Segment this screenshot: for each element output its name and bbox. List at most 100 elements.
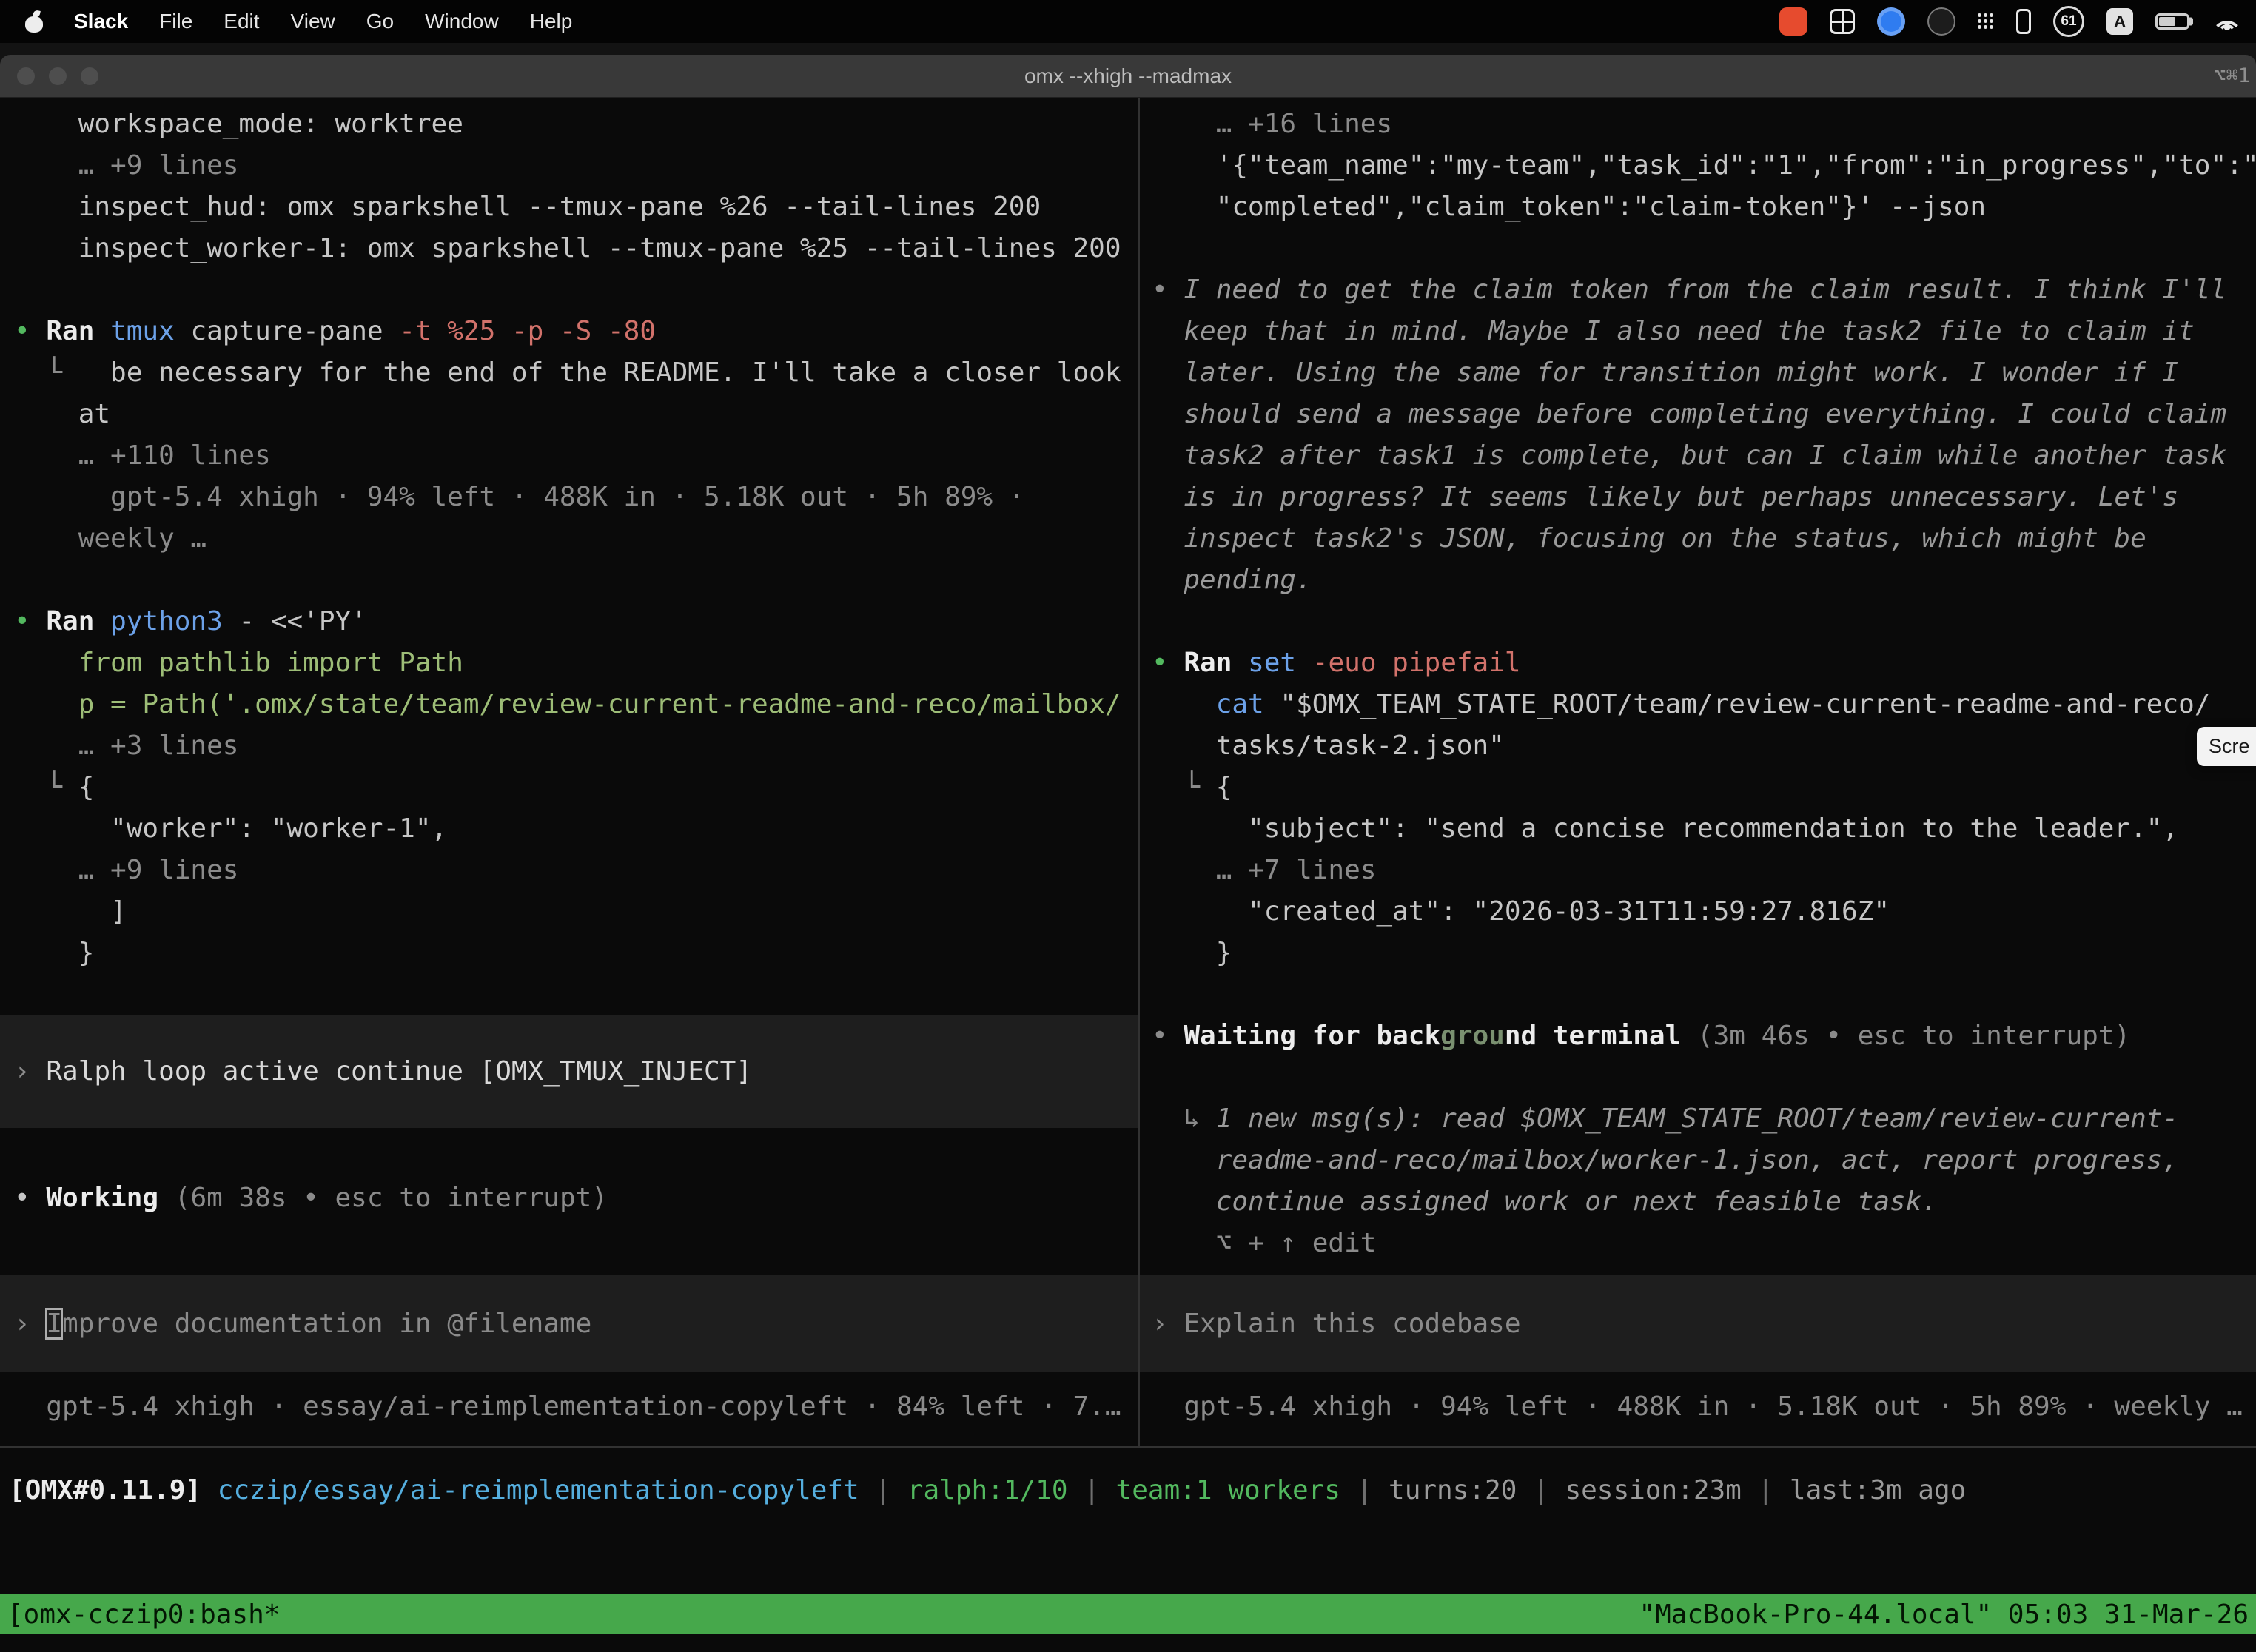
text-segment: inspect task2's JSON, focusing on the st… (1152, 523, 2146, 554)
composer-input[interactable]: › Improve documentation in @filename (0, 1275, 1138, 1372)
text-segment: keep that in mind. Maybe I also need the… (1152, 316, 2195, 346)
text-segment: [OMX#0.11.9] (9, 1475, 201, 1505)
active-app-name[interactable]: Slack (74, 10, 128, 33)
menu-item-file[interactable]: File (159, 10, 192, 33)
text-segment: "worker": "worker-1", (14, 813, 447, 844)
text-segment: … +3 lines (14, 731, 238, 761)
text-segment: nd terminal (1505, 1021, 1681, 1051)
text-segment: p = Path('.omx/state/team/review-current… (14, 689, 1121, 719)
terminal-line: └ { (0, 767, 1138, 808)
text-segment: I (46, 1309, 62, 1339)
text-segment: gpt-5.4 xhigh · essay/ai-reimplementatio… (14, 1391, 1121, 1422)
text-segment: is in progress? It seems likely but perh… (1152, 482, 2178, 512)
screen-recording-indicator-icon[interactable] (1779, 7, 1807, 36)
terminal-line: p = Path('.omx/state/team/review-current… (0, 684, 1138, 725)
dark-app-icon[interactable] (1927, 7, 1955, 36)
text-segment: inspect_worker-1: omx sparkshell --tmux-… (14, 233, 1121, 263)
text-segment: grou (1440, 1021, 1505, 1051)
text-segment: Ran (1184, 648, 1232, 678)
text-segment: pending. (1152, 565, 1312, 595)
terminal-line: • I need to get the claim token from the… (1140, 269, 2256, 311)
terminal-line: task2 after task1 is complete, but can I… (1140, 435, 2256, 477)
text-segment: python3 (110, 606, 223, 637)
input-source-icon[interactable]: A (2106, 8, 2133, 35)
terminal-line: '{"team_name":"my-team","task_id":"1","f… (1140, 145, 2256, 187)
text-segment: inspect_hud: omx sparkshell --tmux-pane … (14, 192, 1041, 222)
menu-item-go[interactable]: Go (366, 10, 394, 33)
terminal-line (1140, 974, 2256, 1015)
text-segment: … +9 lines (14, 150, 238, 181)
terminal-line: • Ran tmux capture-pane -t %25 -p -S -80 (0, 311, 1138, 352)
text-segment: -euo pipefail (1312, 648, 1521, 678)
text-segment: … +16 lines (1152, 109, 1392, 139)
composer-input[interactable]: › Explain this codebase (1140, 1275, 2256, 1372)
wifi-icon[interactable] (2212, 10, 2243, 33)
text-segment: Ran (46, 606, 94, 637)
text-segment (1681, 1021, 1697, 1051)
app-grid-icon[interactable] (1978, 13, 1994, 30)
menu-item-edit[interactable]: Edit (224, 10, 259, 33)
text-segment: continue assigned work or next feasible … (1152, 1186, 1938, 1217)
screen-share-tooltip: Scre (2197, 727, 2256, 766)
terminal-line: tasks/task-2.json" (1140, 725, 2256, 767)
text-segment: | (1068, 1475, 1116, 1505)
text-segment (1296, 648, 1312, 678)
text-segment: └ (14, 357, 110, 388)
menu-item-help[interactable]: Help (530, 10, 573, 33)
text-segment: } (1152, 938, 1232, 968)
text-segment: • (1152, 648, 1184, 678)
text-segment: ralph:1/10 (907, 1475, 1068, 1505)
menu-item-window[interactable]: Window (425, 10, 499, 33)
battery-percentage-badge[interactable]: 61 (2053, 6, 2084, 37)
window-title-bar[interactable]: omx --xhigh --madmax ⌥⌘1 (0, 55, 2256, 98)
terminal-line: gpt-5.4 xhigh · essay/ai-reimplementatio… (0, 1386, 1138, 1428)
text-segment: '{"team_name":"my-team","task_id":"1","f… (1152, 150, 2256, 181)
text-segment: weekly … (14, 523, 207, 554)
hud-status-line: [OMX#0.11.9] cczip/essay/ai-reimplementa… (0, 1470, 2256, 1511)
bottom-strip (0, 1634, 2256, 1652)
window-manager-icon[interactable] (1830, 9, 1855, 34)
text-segment: • (14, 1183, 46, 1213)
text-segment: be necessary for the end of the README. … (110, 357, 1121, 388)
text-segment: last:3m ago (1790, 1475, 1966, 1505)
text-segment: session:23m (1565, 1475, 1741, 1505)
terminal-line: } (1140, 933, 2256, 974)
terminal-line: inspect task2's JSON, focusing on the st… (1140, 518, 2256, 560)
terminal-line: › Improve documentation in @filename (0, 1303, 591, 1345)
text-segment: › (1152, 1309, 1184, 1339)
battery-icon[interactable] (2155, 13, 2189, 30)
terminal-line: is in progress? It seems likely but perh… (1140, 477, 2256, 518)
text-segment: later. Using the same for transition mig… (1152, 357, 2178, 388)
text-segment: | (1742, 1475, 1790, 1505)
tmux-host-clock: "MacBook-Pro-44.local" 05:03 31-Mar-26 (1639, 1599, 2249, 1630)
text-segment (201, 1475, 218, 1505)
iphone-mirroring-icon[interactable] (2016, 9, 2031, 34)
text-segment: "created_at": "2026-03-31T11:59:27.816Z" (1152, 896, 1890, 927)
text-segment: tasks/task-2.json" (1152, 731, 1505, 761)
spacer (0, 1372, 1138, 1386)
text-segment: -t %25 -p -S -80 (399, 316, 656, 346)
text-segment: (3m 46s • esc to interrupt) (1697, 1021, 2130, 1051)
terminal-line: readme-and-reco/mailbox/worker-1.json, a… (1140, 1140, 2256, 1181)
text-segment: tmux (110, 316, 175, 346)
terminal-line: … +9 lines (0, 145, 1138, 187)
terminal-line (0, 974, 1138, 1015)
left-pane[interactable]: workspace_mode: worktree … +9 lines insp… (0, 98, 1138, 1446)
text-segment: | (1517, 1475, 1565, 1505)
blue-app-icon[interactable] (1877, 7, 1905, 36)
right-pane[interactable]: … +16 lines '{"team_name":"my-team","tas… (1140, 98, 2256, 1446)
tmux-session-window[interactable]: [omx-cczip0:bash* (7, 1599, 280, 1630)
terminal-line: cat "$OMX_TEAM_STATE_ROOT/team/review-cu… (1140, 684, 2256, 725)
text-segment: readme-and-reco/mailbox/worker-1.json, a… (1152, 1145, 2178, 1175)
text-segment (1232, 648, 1248, 678)
text-segment: mprove documentation in @filename (62, 1309, 591, 1339)
omx-hud: [OMX#0.11.9] cczip/essay/ai-reimplementa… (0, 1448, 2256, 1594)
terminal-line: › Explain this codebase (1140, 1303, 1521, 1345)
terminal-line: … +9 lines (0, 850, 1138, 891)
text-segment: • (14, 316, 46, 346)
apple-menu-icon[interactable] (25, 10, 43, 33)
text-segment: • (1152, 275, 1184, 305)
menu-item-view[interactable]: View (291, 10, 335, 33)
terminal-line (1140, 601, 2256, 642)
menu-bar-status-icons: 61 A (1779, 6, 2243, 37)
